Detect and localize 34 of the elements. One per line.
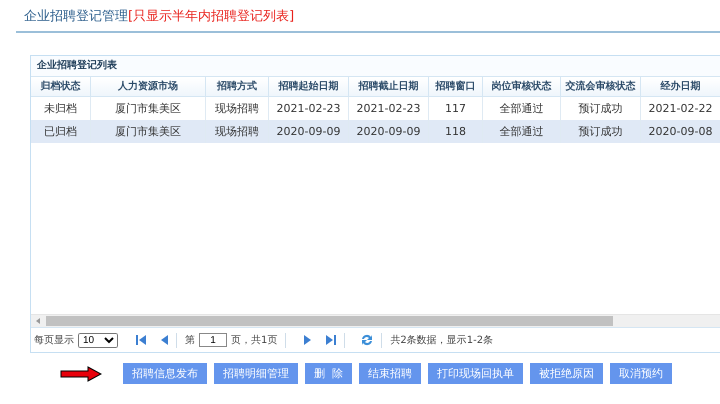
page-size-label: 每页显示	[34, 334, 74, 347]
page-prefix: 第	[185, 334, 195, 347]
page-title: 企业招聘登记管理	[24, 8, 128, 25]
last-page-icon[interactable]	[326, 335, 336, 345]
table-cell: 厦门市集美区	[91, 120, 206, 143]
table-cell: 现场招聘	[206, 120, 269, 143]
column-header[interactable]: 招聘起始日期	[269, 77, 349, 97]
column-header[interactable]: 招聘窗口	[429, 77, 483, 97]
table-cell: 预订成功	[561, 120, 641, 143]
table-cell: 全部通过	[483, 120, 561, 143]
horizontal-scrollbar[interactable]	[31, 314, 720, 327]
table-cell: 2020-09-09	[349, 120, 429, 143]
page-count-text: 页，共1页	[231, 334, 278, 347]
table-cell: 118	[429, 120, 483, 143]
title-note: [只显示半年内招聘登记列表]	[128, 8, 294, 25]
refresh-icon[interactable]	[361, 334, 374, 346]
page-size-select[interactable]: 10	[78, 332, 118, 348]
column-header[interactable]: 岗位审核状态	[483, 77, 561, 97]
column-header[interactable]: 招聘方式	[206, 77, 269, 97]
table-cell: 2020-09-08	[641, 120, 720, 143]
table-row[interactable]: 已归档 厦门市集美区 现场招聘 2020-09-09 2020-09-09 118 全部通过 预订成功 2020-09-08	[31, 120, 720, 143]
record-summary: 共2条数据，显示1-2条	[390, 334, 494, 347]
column-header[interactable]: 招聘截止日期	[349, 77, 429, 97]
column-header[interactable]: 交流会审核状态	[561, 77, 641, 97]
column-header[interactable]: 人力资源市场	[91, 77, 206, 97]
previous-page-icon[interactable]	[160, 335, 168, 345]
table-cell: 已归档	[31, 120, 91, 143]
first-page-icon[interactable]	[136, 335, 146, 345]
arrow-icon	[60, 366, 102, 382]
page-number-input[interactable]: 1	[199, 333, 227, 347]
panel-title: 企业招聘登记列表	[31, 56, 720, 77]
column-header[interactable]: 归档状态	[31, 77, 91, 97]
next-page-icon[interactable]	[304, 335, 312, 345]
table-cell: 2020-09-09	[269, 120, 349, 143]
